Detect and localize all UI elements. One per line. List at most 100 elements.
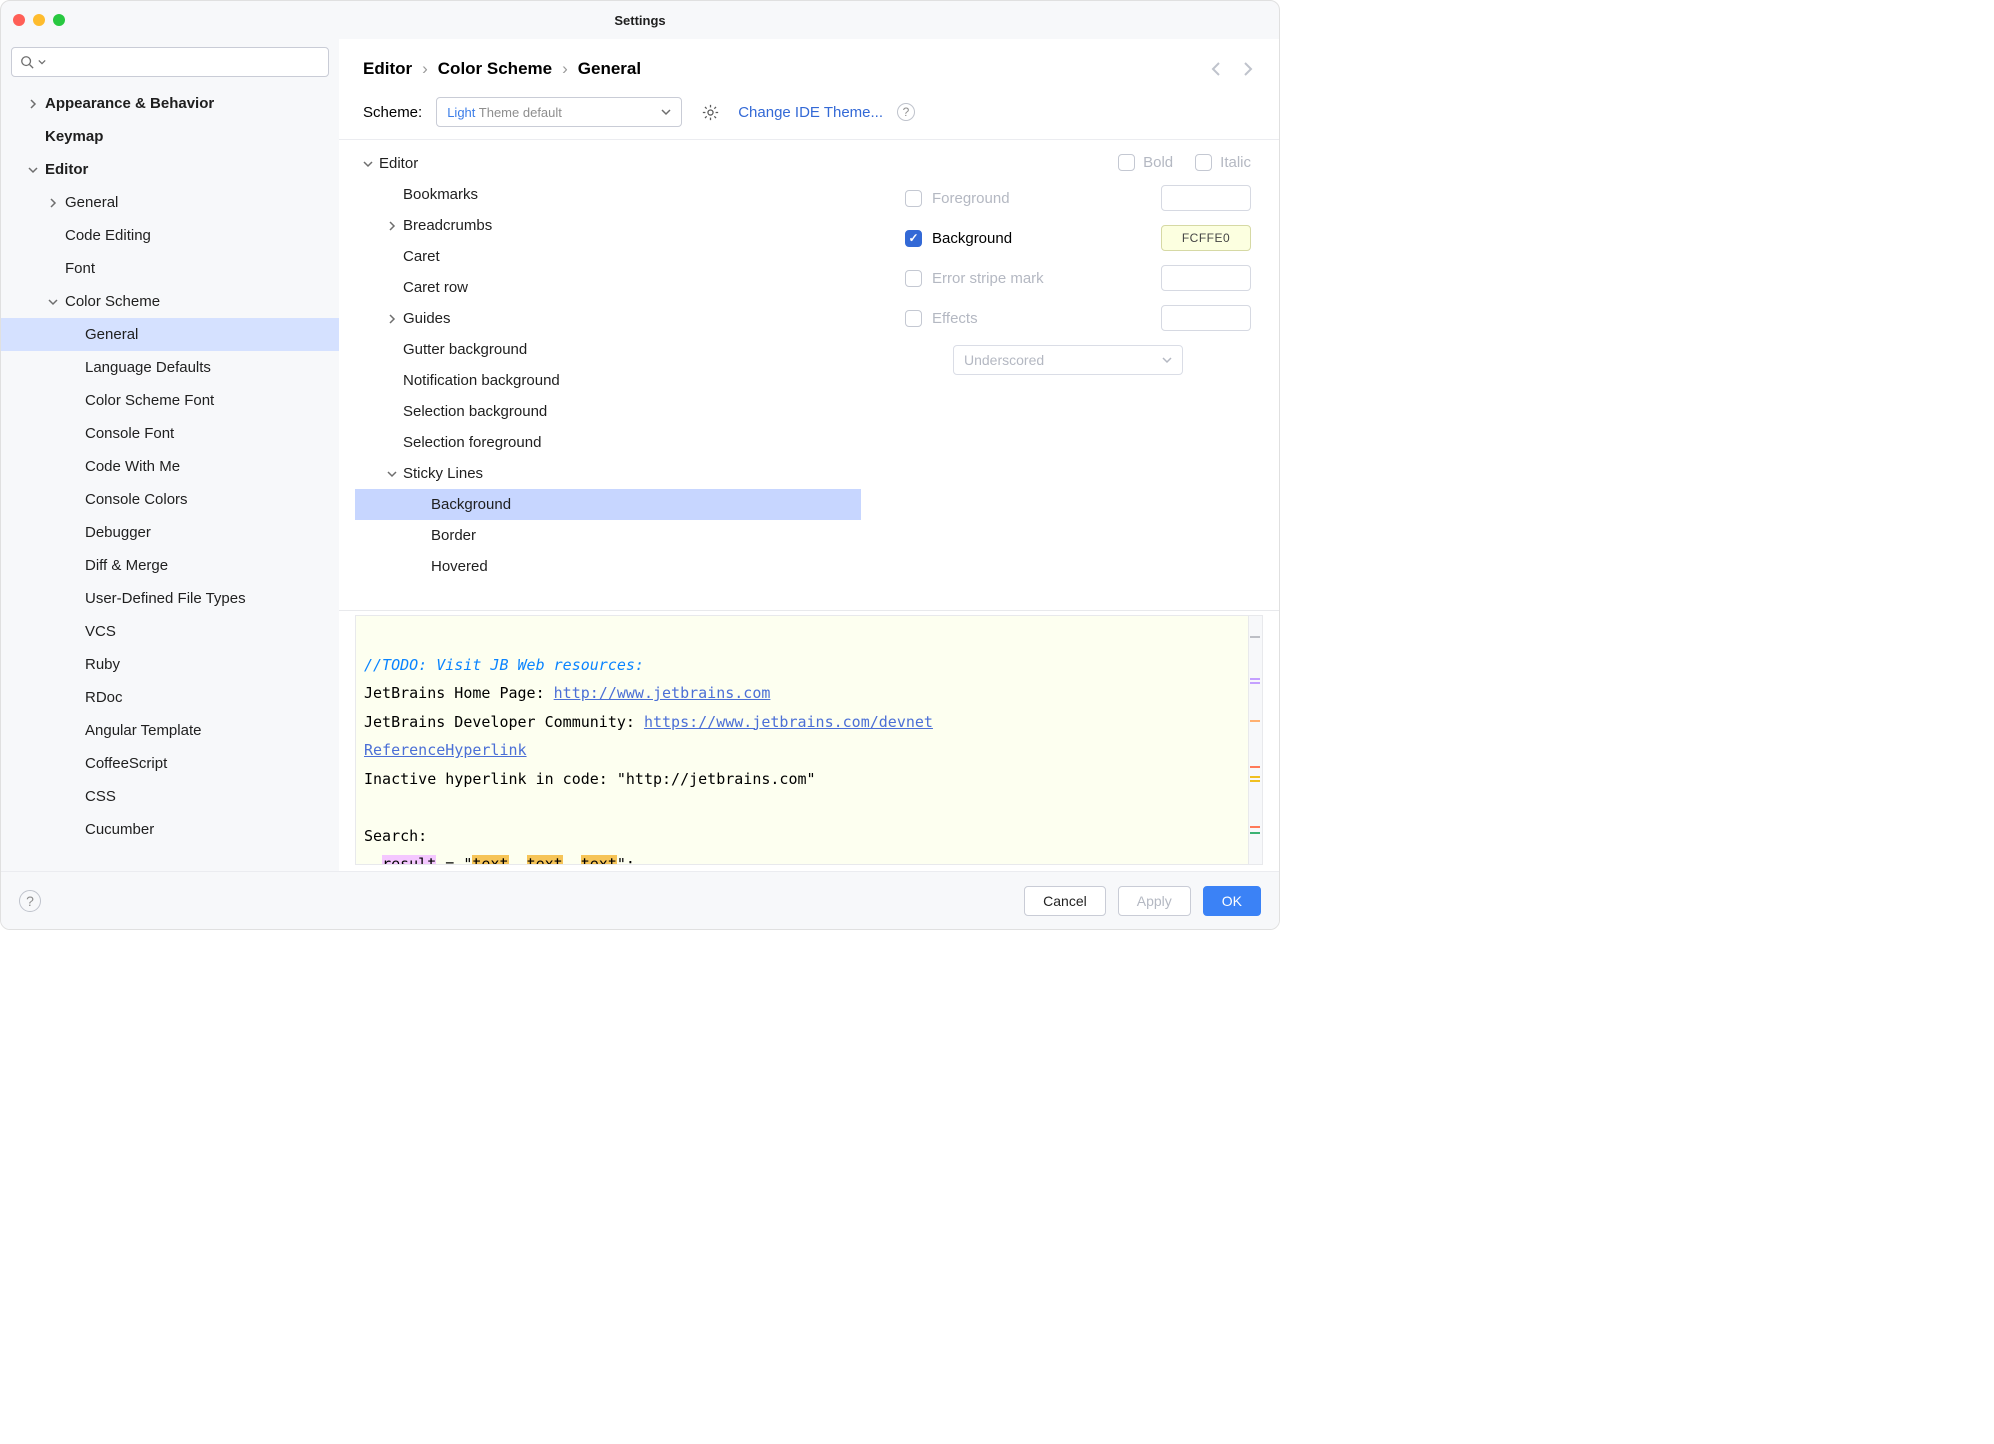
sidebar-item[interactable]: VCS bbox=[1, 615, 339, 648]
sidebar-item-label: Angular Template bbox=[85, 722, 201, 739]
sidebar-item[interactable]: Debugger bbox=[1, 516, 339, 549]
sidebar-item-label: General bbox=[65, 194, 118, 211]
bold-checkbox[interactable]: Bold bbox=[1118, 154, 1173, 171]
background-checkbox[interactable] bbox=[905, 230, 922, 247]
tree-item[interactable]: Border bbox=[355, 520, 861, 551]
sidebar-item-label: Code With Me bbox=[85, 458, 180, 475]
chevron-down-icon bbox=[38, 58, 46, 66]
foreground-swatch[interactable] bbox=[1161, 185, 1251, 211]
sidebar-item[interactable]: Keymap bbox=[1, 120, 339, 153]
settings-window: Settings Appearance & BehaviorKeymapEdit… bbox=[0, 0, 1280, 930]
breadcrumb-item[interactable]: Editor bbox=[363, 59, 412, 79]
maximize-button[interactable] bbox=[53, 14, 65, 26]
error-stripe-mark[interactable] bbox=[1250, 720, 1260, 722]
help-button[interactable]: ? bbox=[19, 890, 41, 912]
sidebar-item[interactable]: Code Editing bbox=[1, 219, 339, 252]
sidebar-item[interactable]: User-Defined File Types bbox=[1, 582, 339, 615]
sidebar-item[interactable]: Console Font bbox=[1, 417, 339, 450]
sidebar-item[interactable]: Code With Me bbox=[1, 450, 339, 483]
error-stripe-mark[interactable] bbox=[1250, 832, 1260, 834]
preview-editor[interactable]: //TODO: Visit JB Web resources:JetBrains… bbox=[355, 615, 1263, 865]
tree-item[interactable]: Hovered bbox=[355, 551, 861, 582]
breadcrumb-sep: › bbox=[562, 59, 568, 79]
tree-item[interactable]: Caret bbox=[355, 241, 861, 272]
sidebar-item[interactable]: Diff & Merge bbox=[1, 549, 339, 582]
sidebar-item-label: CSS bbox=[85, 788, 116, 805]
error-stripe-checkbox[interactable] bbox=[905, 270, 922, 287]
minimize-button[interactable] bbox=[33, 14, 45, 26]
forward-icon[interactable] bbox=[1239, 61, 1255, 77]
tree-item-label: Hovered bbox=[431, 558, 488, 575]
sidebar-item[interactable]: CoffeeScript bbox=[1, 747, 339, 780]
effects-type-select[interactable]: Underscored bbox=[953, 345, 1183, 375]
sidebar-item[interactable]: RDoc bbox=[1, 681, 339, 714]
breadcrumb-sep: › bbox=[422, 59, 428, 79]
tree-item[interactable]: Guides bbox=[355, 303, 861, 334]
properties-panel: Bold Italic Foreground bbox=[877, 140, 1279, 610]
chevron-down-icon bbox=[1162, 355, 1172, 365]
content: Appearance & BehaviorKeymapEditorGeneral… bbox=[1, 39, 1279, 871]
italic-checkbox[interactable]: Italic bbox=[1195, 154, 1251, 171]
search-icon bbox=[20, 55, 34, 69]
scheme-actions-button[interactable] bbox=[696, 98, 724, 126]
error-stripe-mark[interactable] bbox=[1250, 636, 1260, 638]
error-stripe-mark[interactable] bbox=[1250, 682, 1260, 684]
sidebar-item[interactable]: Appearance & Behavior bbox=[1, 87, 339, 120]
help-icon[interactable]: ? bbox=[897, 103, 915, 121]
tree-item[interactable]: Selection foreground bbox=[355, 427, 861, 458]
effects-checkbox[interactable] bbox=[905, 310, 922, 327]
attributes-tree[interactable]: EditorBookmarksBreadcrumbsCaretCaret row… bbox=[339, 140, 877, 610]
expand-icon bbox=[383, 221, 401, 231]
gear-icon bbox=[702, 104, 719, 121]
sidebar-item[interactable]: Ruby bbox=[1, 648, 339, 681]
change-ide-theme-link[interactable]: Change IDE Theme... bbox=[738, 104, 883, 121]
tree-item[interactable]: Selection background bbox=[355, 396, 861, 427]
scheme-select[interactable]: Light Theme default bbox=[436, 97, 682, 127]
error-stripe-mark[interactable] bbox=[1250, 826, 1260, 828]
breadcrumb-item[interactable]: Color Scheme bbox=[438, 59, 552, 79]
background-swatch[interactable]: FCFFE0 bbox=[1161, 225, 1251, 251]
error-stripe-mark[interactable] bbox=[1250, 780, 1260, 782]
effects-swatch[interactable] bbox=[1161, 305, 1251, 331]
effects-row: Effects bbox=[905, 305, 1251, 331]
tree-item[interactable]: Breadcrumbs bbox=[355, 210, 861, 241]
error-stripe-mark[interactable] bbox=[1250, 678, 1260, 680]
sidebar-item[interactable]: Font bbox=[1, 252, 339, 285]
tree-item[interactable]: Caret row bbox=[355, 272, 861, 303]
back-icon[interactable] bbox=[1209, 61, 1225, 77]
sidebar-item[interactable]: CSS bbox=[1, 780, 339, 813]
error-stripe-gutter[interactable] bbox=[1248, 616, 1262, 864]
search-input[interactable] bbox=[11, 47, 329, 77]
tree-item[interactable]: Notification background bbox=[355, 365, 861, 396]
tree-item[interactable]: Bookmarks bbox=[355, 179, 861, 210]
foreground-checkbox[interactable] bbox=[905, 190, 922, 207]
tree-item[interactable]: Background bbox=[355, 489, 861, 520]
error-stripe-mark[interactable] bbox=[1250, 766, 1260, 768]
cancel-button[interactable]: Cancel bbox=[1024, 886, 1106, 916]
sidebar-item[interactable]: General bbox=[1, 186, 339, 219]
sidebar-item[interactable]: Color Scheme Font bbox=[1, 384, 339, 417]
tree-item[interactable]: Editor bbox=[355, 148, 861, 179]
sidebar-item[interactable]: Editor bbox=[1, 153, 339, 186]
sidebar-item-label: Console Font bbox=[85, 425, 174, 442]
sidebar-item-label: Color Scheme bbox=[65, 293, 160, 310]
tree-item[interactable]: Sticky Lines bbox=[355, 458, 861, 489]
error-stripe-mark[interactable] bbox=[1250, 776, 1260, 778]
sidebar-item[interactable]: General bbox=[1, 318, 339, 351]
titlebar: Settings bbox=[1, 1, 1279, 39]
sidebar-item-label: Console Colors bbox=[85, 491, 188, 508]
error-stripe-swatch[interactable] bbox=[1161, 265, 1251, 291]
sidebar-item[interactable]: Cucumber bbox=[1, 813, 339, 846]
apply-button[interactable]: Apply bbox=[1118, 886, 1191, 916]
sidebar-item[interactable]: Angular Template bbox=[1, 714, 339, 747]
sidebar-item-label: Cucumber bbox=[85, 821, 154, 838]
checkbox-icon bbox=[1118, 154, 1135, 171]
sidebar-item[interactable]: Console Colors bbox=[1, 483, 339, 516]
ok-button[interactable]: OK bbox=[1203, 886, 1261, 916]
sidebar-item-label: Language Defaults bbox=[85, 359, 211, 376]
sidebar-item[interactable]: Color Scheme bbox=[1, 285, 339, 318]
settings-tree[interactable]: Appearance & BehaviorKeymapEditor General… bbox=[1, 85, 339, 871]
close-button[interactable] bbox=[13, 14, 25, 26]
sidebar-item[interactable]: Language Defaults bbox=[1, 351, 339, 384]
tree-item[interactable]: Gutter background bbox=[355, 334, 861, 365]
